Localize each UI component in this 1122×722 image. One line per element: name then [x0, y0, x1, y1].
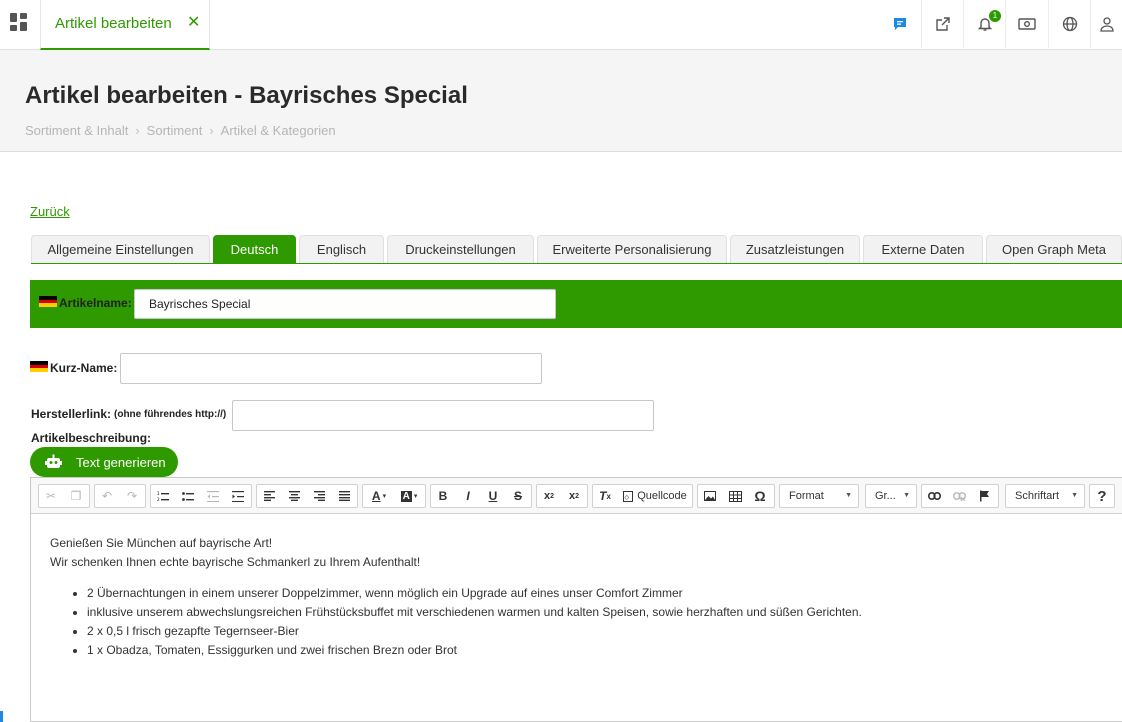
- help-icon[interactable]: ?: [1090, 485, 1114, 507]
- chevron-down-icon: ▼: [903, 492, 910, 499]
- manufacturer-link-label: Herstellerlink:: [31, 407, 112, 421]
- notification-badge: 1: [989, 10, 1001, 22]
- tab-deutsch[interactable]: Deutsch: [213, 235, 296, 263]
- short-name-label: Kurz-Name:: [50, 361, 118, 375]
- article-name-label: Artikelname:: [59, 296, 132, 310]
- source-code-button[interactable]: ◇ Quellcode: [619, 485, 691, 507]
- list-item: inklusive unserem abwechslungsreichen Fr…: [87, 603, 862, 622]
- description-label: Artikelbeschreibung:: [31, 431, 152, 445]
- content-line: Genießen Sie München auf bayrische Art!: [50, 536, 273, 550]
- table-icon[interactable]: [723, 485, 747, 507]
- align-right-icon[interactable]: [307, 485, 331, 507]
- align-justify-icon[interactable]: [332, 485, 356, 507]
- format-dropdown[interactable]: Format ▼: [779, 484, 859, 508]
- numbered-list-icon[interactable]: 12: [151, 485, 175, 507]
- language-tabs: Allgemeine Einstellungen Deutsch Englisc…: [31, 235, 1122, 264]
- robot-icon: [45, 454, 62, 468]
- tab-open-graph-meta[interactable]: Open Graph Meta: [986, 235, 1122, 263]
- article-name-row: Artikelname: Bayrisches Special: [30, 280, 1122, 328]
- manufacturer-link-hint: (ohne führendes http://): [114, 409, 227, 420]
- bold-icon[interactable]: B: [431, 485, 455, 507]
- redo-icon[interactable]: ↷: [120, 485, 144, 507]
- breadcrumb-item-artikel-kategorien[interactable]: Artikel & Kategorien: [221, 123, 336, 138]
- indent-icon[interactable]: [226, 485, 250, 507]
- top-bar: Artikel bearbeiten ✕ 1: [0, 0, 1122, 50]
- svg-text:1: 1: [157, 491, 160, 496]
- list-item: 1 x Obadza, Tomaten, Essiggurken und zwe…: [87, 641, 862, 660]
- chat-icon[interactable]: [879, 0, 921, 48]
- text-color-icon[interactable]: A ▾: [365, 485, 393, 507]
- anchor-flag-icon[interactable]: [972, 485, 996, 507]
- bell-icon[interactable]: 1: [963, 0, 1005, 48]
- font-size-dropdown-label: Gr...: [875, 490, 896, 502]
- open-tab-artikel-bearbeiten[interactable]: Artikel bearbeiten ✕: [40, 0, 210, 50]
- bullet-list-icon[interactable]: [176, 485, 200, 507]
- breadcrumb-separator: ›: [135, 123, 140, 138]
- source-code-label: Quellcode: [637, 490, 687, 502]
- background-color-icon[interactable]: A ▾: [395, 485, 423, 507]
- cut-icon[interactable]: ✂: [39, 485, 63, 507]
- apps-icon[interactable]: [10, 13, 28, 31]
- german-flag-icon: [30, 361, 48, 372]
- source-icon: ◇: [623, 490, 634, 502]
- svg-text:2: 2: [157, 497, 160, 502]
- chevron-down-icon: ▼: [1071, 492, 1078, 499]
- italic-icon[interactable]: I: [456, 485, 480, 507]
- subscript-icon[interactable]: x2: [537, 485, 561, 507]
- format-dropdown-label: Format: [789, 490, 824, 502]
- scroll-indicator: [0, 711, 3, 722]
- tab-allgemeine-einstellungen[interactable]: Allgemeine Einstellungen: [31, 235, 210, 263]
- font-family-dropdown-label: Schriftart: [1015, 490, 1060, 502]
- user-icon[interactable]: [1090, 0, 1122, 48]
- link-icon[interactable]: [922, 485, 946, 507]
- remove-format-icon[interactable]: Tx: [593, 485, 617, 507]
- font-size-dropdown[interactable]: Gr... ▼: [865, 484, 917, 508]
- list-item: 2 Übernachtungen in einem unserer Doppel…: [87, 584, 862, 603]
- page-header: Artikel bearbeiten - Bayrisches Special …: [0, 50, 1122, 152]
- breadcrumb-separator: ›: [209, 123, 214, 138]
- editor-content-area[interactable]: Genießen Sie München auf bayrische Art! …: [50, 534, 862, 660]
- image-icon[interactable]: [698, 485, 722, 507]
- font-family-dropdown[interactable]: Schriftart ▼: [1005, 484, 1085, 508]
- breadcrumb-item-sortiment-inhalt[interactable]: Sortiment & Inhalt: [25, 123, 128, 138]
- unlink-icon[interactable]: [947, 485, 971, 507]
- editor-toolbar: ✂ ❐ ↶ ↷ 12 A ▾ A ▾ B I U S x 2 x 2 T x ◇…: [31, 478, 1122, 514]
- german-flag-icon: [39, 296, 57, 307]
- undo-icon[interactable]: ↶: [95, 485, 119, 507]
- superscript-icon[interactable]: x2: [562, 485, 586, 507]
- external-link-icon[interactable]: [921, 0, 963, 48]
- breadcrumb-item-sortiment[interactable]: Sortiment: [147, 123, 203, 138]
- globe-icon[interactable]: [1048, 0, 1090, 48]
- special-character-icon[interactable]: Ω: [748, 485, 772, 507]
- page-title: Artikel bearbeiten - Bayrisches Special: [25, 82, 468, 109]
- tab-zusatzleistungen[interactable]: Zusatzleistungen: [730, 235, 860, 263]
- strikethrough-icon[interactable]: S: [506, 485, 530, 507]
- align-left-icon[interactable]: [257, 485, 281, 507]
- content-bullet-list: 2 Übernachtungen in einem unserer Doppel…: [50, 584, 862, 660]
- manufacturer-link-input[interactable]: [232, 400, 654, 431]
- svg-text:◇: ◇: [625, 494, 630, 501]
- generate-text-button[interactable]: Text generieren: [30, 447, 178, 477]
- align-center-icon[interactable]: [282, 485, 306, 507]
- generate-text-label: Text generieren: [76, 455, 166, 470]
- close-tab-icon[interactable]: ✕: [187, 15, 200, 31]
- underline-icon[interactable]: U: [481, 485, 505, 507]
- outdent-icon[interactable]: [201, 485, 225, 507]
- tab-erweiterte-personalisierung[interactable]: Erweiterte Personalisierung: [537, 235, 727, 263]
- cash-icon[interactable]: [1005, 0, 1047, 48]
- chevron-down-icon: ▼: [845, 492, 852, 499]
- article-name-input[interactable]: Bayrisches Special: [134, 289, 556, 319]
- tab-englisch[interactable]: Englisch: [299, 235, 384, 263]
- short-name-input[interactable]: [120, 353, 542, 384]
- list-item: 2 x 0,5 l frisch gezapfte Tegernseer-Bie…: [87, 622, 862, 641]
- breadcrumb: Sortiment & Inhalt › Sortiment › Artikel…: [25, 123, 336, 138]
- content-line: Wir schenken Ihnen echte bayrische Schma…: [50, 555, 421, 569]
- back-link[interactable]: Zurück: [30, 204, 70, 219]
- tab-externe-daten[interactable]: Externe Daten: [863, 235, 983, 263]
- tab-druckeinstellungen[interactable]: Druckeinstellungen: [387, 235, 534, 263]
- copy-icon[interactable]: ❐: [64, 485, 88, 507]
- rich-text-editor: ✂ ❐ ↶ ↷ 12 A ▾ A ▾ B I U S x 2 x 2 T x ◇…: [30, 477, 1122, 722]
- open-tab-label: Artikel bearbeiten: [55, 15, 172, 32]
